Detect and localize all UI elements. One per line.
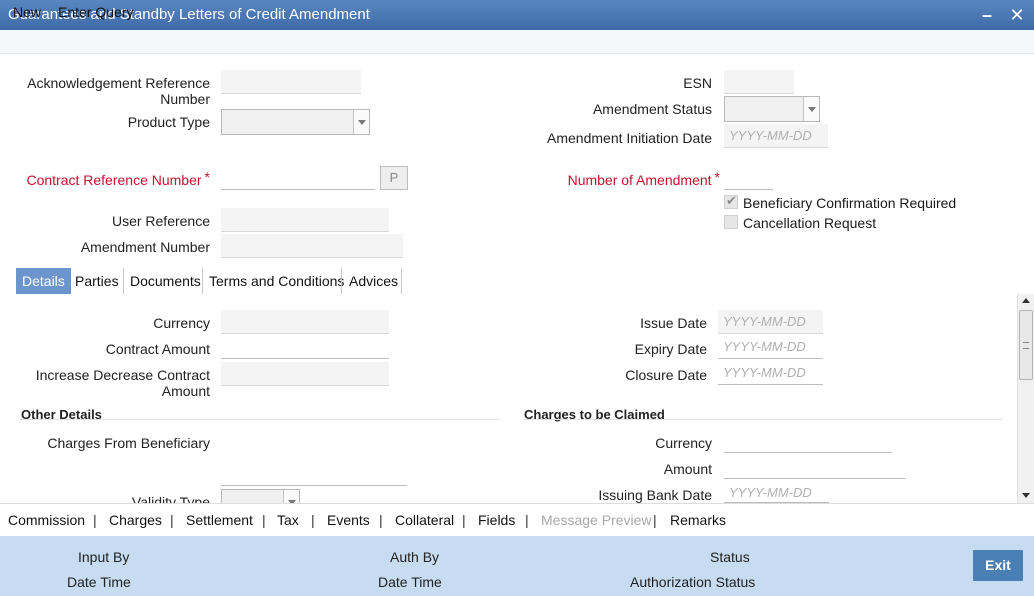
tab-divider bbox=[401, 268, 402, 294]
tab-advices[interactable]: Advices bbox=[343, 268, 404, 294]
amendment-status-label: Amendment Status bbox=[592, 101, 712, 117]
tab-details[interactable]: Details bbox=[16, 268, 71, 294]
link-fields[interactable]: Fields bbox=[478, 512, 515, 528]
esn-label: ESN bbox=[683, 75, 712, 91]
ctc-currency-label: Currency bbox=[655, 435, 712, 451]
link-collateral[interactable]: Collateral bbox=[395, 512, 454, 528]
charges-from-beneficiary-input[interactable] bbox=[221, 462, 407, 486]
link-charges[interactable]: Charges bbox=[109, 512, 162, 528]
charges-from-beneficiary-label: Charges From Beneficiary bbox=[47, 435, 210, 451]
cancellation-request-checkbox[interactable] bbox=[724, 215, 738, 229]
p-button[interactable]: P bbox=[380, 166, 408, 190]
date-time-label: Date Time bbox=[67, 574, 131, 590]
link-separator: | bbox=[311, 512, 315, 528]
amendment-status-select[interactable] bbox=[724, 96, 820, 122]
esn-input[interactable] bbox=[724, 70, 794, 94]
contract-amount-input[interactable] bbox=[221, 335, 389, 359]
amendment-initiation-date-input[interactable]: YYYY-MM-DD bbox=[724, 124, 828, 148]
link-settlement[interactable]: Settlement bbox=[186, 512, 253, 528]
link-remarks[interactable]: Remarks bbox=[670, 512, 726, 528]
increase-decrease-label-line1: Increase Decrease Contract bbox=[35, 367, 210, 383]
status-label: Status bbox=[710, 549, 750, 565]
ack-ref-input[interactable] bbox=[221, 70, 361, 94]
window-title-bar: Guarantees and Standby Letters of Credit… bbox=[0, 0, 1034, 30]
auth-date-time-label: Date Time bbox=[378, 574, 442, 590]
link-separator: | bbox=[262, 512, 266, 528]
chevron-down-icon[interactable] bbox=[353, 110, 369, 134]
increase-decrease-amount-label: Increase Decrease Contract Amount bbox=[20, 367, 210, 399]
issue-date-label: Issue Date bbox=[640, 315, 707, 331]
required-marker: * bbox=[204, 169, 210, 185]
menu-new[interactable]: New bbox=[13, 4, 41, 20]
number-of-amendment-label: Number of Amendment * bbox=[520, 169, 720, 188]
ctc-amount-input[interactable] bbox=[724, 455, 906, 479]
currency-input[interactable] bbox=[221, 310, 389, 334]
issue-date-input[interactable]: YYYY-MM-DD bbox=[718, 310, 823, 334]
contract-ref-input[interactable] bbox=[221, 166, 375, 190]
input-by-label: Input By bbox=[78, 549, 130, 565]
link-events[interactable]: Events bbox=[327, 512, 370, 528]
menu-enter-query[interactable]: Enter Query bbox=[58, 4, 133, 20]
user-reference-input[interactable] bbox=[221, 208, 389, 232]
expiry-date-label: Expiry Date bbox=[634, 341, 707, 357]
number-of-amendment-input[interactable] bbox=[724, 166, 773, 190]
closure-date-label: Closure Date bbox=[625, 367, 707, 383]
beneficiary-confirmation-label: Beneficiary Confirmation Required bbox=[743, 195, 957, 211]
menu-bar bbox=[0, 30, 1034, 54]
link-separator: | bbox=[379, 512, 383, 528]
scrollbar-thumb[interactable] bbox=[1019, 310, 1033, 380]
ack-ref-label-line1: Acknowledgement Reference bbox=[27, 75, 210, 91]
closure-date-input[interactable]: YYYY-MM-DD bbox=[718, 361, 823, 385]
currency-label: Currency bbox=[153, 315, 210, 331]
tab-documents[interactable]: Documents bbox=[124, 268, 207, 294]
ack-ref-label-line2: Number bbox=[160, 91, 210, 107]
contract-ref-label: Contract Reference Number * bbox=[20, 169, 210, 188]
beneficiary-confirmation-checkbox[interactable] bbox=[724, 193, 738, 209]
validity-type-select[interactable] bbox=[221, 489, 300, 505]
tab-parties[interactable]: Parties bbox=[69, 268, 125, 294]
auth-by-label: Auth By bbox=[390, 549, 440, 565]
user-reference-label: User Reference bbox=[111, 213, 210, 229]
expiry-date-input[interactable]: YYYY-MM-DD bbox=[718, 335, 823, 359]
authorization-status-label: Authorization Status bbox=[630, 574, 756, 590]
link-separator: | bbox=[462, 512, 466, 528]
audit-footer bbox=[0, 536, 1034, 596]
ctc-currency-input[interactable] bbox=[724, 429, 892, 453]
link-commission[interactable]: Commission bbox=[8, 512, 85, 528]
section-divider bbox=[523, 419, 1003, 420]
chevron-down-icon[interactable] bbox=[803, 97, 819, 121]
amendment-number-input[interactable] bbox=[221, 234, 403, 258]
number-of-amendment-label-text: Number of Amendment bbox=[567, 172, 712, 188]
contract-ref-label-text: Contract Reference Number bbox=[26, 172, 202, 188]
amendment-number-label: Amendment Number bbox=[80, 239, 210, 255]
link-separator: | bbox=[93, 512, 97, 528]
contract-amount-label: Contract Amount bbox=[105, 341, 210, 357]
issuing-bank-date-label: Issuing Bank Date bbox=[598, 487, 712, 503]
required-marker: * bbox=[714, 169, 720, 185]
tab-terms-and-conditions[interactable]: Terms and Conditions bbox=[203, 268, 350, 294]
ctc-amount-label: Amount bbox=[663, 461, 712, 477]
increase-decrease-label-line2: Amount bbox=[161, 383, 210, 399]
scroll-up-icon[interactable] bbox=[1017, 294, 1034, 308]
scroll-down-icon[interactable] bbox=[1017, 489, 1034, 503]
product-type-label: Product Type bbox=[127, 114, 210, 130]
product-type-select[interactable] bbox=[221, 109, 370, 135]
close-icon[interactable]: ✕ bbox=[1006, 3, 1028, 27]
cancellation-request-label: Cancellation Request bbox=[743, 215, 877, 231]
tab-divider bbox=[341, 268, 342, 294]
link-separator: | bbox=[653, 512, 657, 528]
chevron-down-icon[interactable] bbox=[283, 490, 299, 505]
link-separator: | bbox=[525, 512, 529, 528]
exit-button[interactable]: Exit bbox=[973, 550, 1023, 581]
ack-ref-label: Acknowledgement Reference Number bbox=[20, 75, 210, 107]
amendment-initiation-date-label: Amendment Initiation Date bbox=[547, 130, 712, 146]
issuing-bank-date-input[interactable]: YYYY-MM-DD bbox=[724, 482, 829, 503]
link-message-preview: Message Preview bbox=[541, 512, 652, 528]
section-divider bbox=[20, 419, 500, 420]
minimize-icon[interactable]: – bbox=[976, 3, 998, 27]
link-tax[interactable]: Tax bbox=[277, 512, 299, 528]
increase-decrease-amount-input[interactable] bbox=[221, 362, 389, 386]
link-separator: | bbox=[170, 512, 174, 528]
